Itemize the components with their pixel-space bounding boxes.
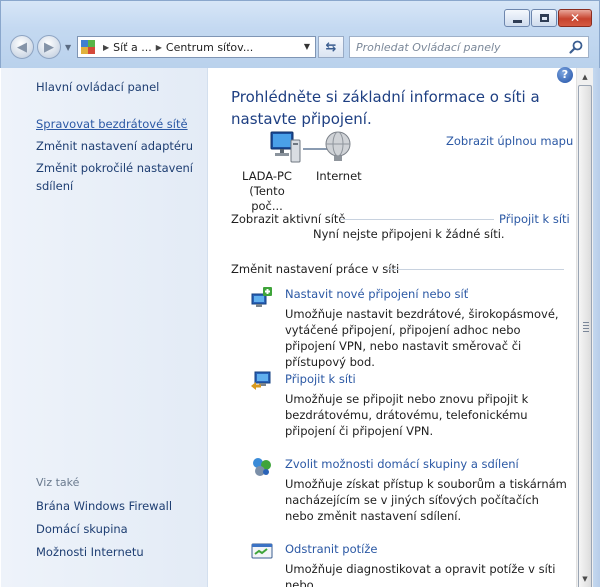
active-networks-heading: Zobrazit aktivní sítě (231, 212, 346, 226)
refresh-button[interactable]: ⇆ (318, 36, 344, 58)
internet-label: Internet (316, 169, 362, 183)
sidebar-item-adapter[interactable]: Změnit nastavení adaptéru (36, 137, 193, 155)
minimize-icon (512, 19, 522, 23)
close-button[interactable]: ✕ (558, 9, 592, 27)
help-icon[interactable]: ? (557, 67, 573, 83)
search-input[interactable]: Prohledat Ovládací panely (349, 36, 589, 58)
vertical-scrollbar[interactable]: ▲ ▼ (576, 68, 593, 587)
new-connection-icon (251, 287, 272, 307)
breadcrumb-network[interactable]: Síť a ... (113, 41, 152, 54)
address-dropdown-icon[interactable]: ▼ (304, 42, 310, 51)
task-homegroup-desc: Umožňuje získat přístup k souborům a tis… (285, 477, 567, 523)
sidebar-item-firewall[interactable]: Brána Windows Firewall (36, 497, 172, 515)
task-new-connection-desc: Umožňuje nastavit bezdrátové, širokopásm… (285, 307, 559, 369)
forward-arrow-icon: ▶ (44, 39, 54, 55)
window-frame-right (593, 68, 600, 587)
troubleshoot-icon (251, 543, 273, 559)
refresh-icon: ⇆ (325, 39, 337, 55)
homegroup-icon (253, 458, 271, 476)
address-bar[interactable]: ▶ Síť a ... ▶ Centrum síťov... ▼ (77, 36, 316, 58)
connect-to-network-link[interactable]: Připojit k síti (499, 212, 570, 226)
connection-status: Nyní nejste připojeni k žádné síti. (313, 227, 505, 241)
active-networks-divider (340, 219, 494, 220)
back-button[interactable]: ◀ (10, 35, 34, 59)
task-connect-desc: Umožňuje se připojit nebo znovu připojit… (285, 392, 529, 438)
task-homegroup-link[interactable]: Zvolit možnosti domácí skupiny a sdílení (285, 457, 519, 471)
maximize-button[interactable] (531, 9, 557, 27)
maximize-icon (539, 14, 549, 22)
close-icon: ✕ (569, 11, 581, 25)
computer-name: LADA-PC (242, 169, 292, 183)
sidebar-item-internet-options[interactable]: Možnosti Internetu (36, 543, 144, 561)
breadcrumb-arrow-icon[interactable]: ▶ (103, 43, 109, 52)
scrollbar-grip (583, 322, 589, 334)
breadcrumb-network-center[interactable]: Centrum síťov... (166, 41, 253, 54)
computer-subtitle: (Tento poč... (249, 184, 285, 213)
computer-label: LADA-PC (Tento poč... (232, 169, 302, 214)
forward-button[interactable]: ▶ (37, 35, 61, 59)
search-icon[interactable] (568, 39, 584, 55)
task-new-connection-link[interactable]: Nastavit nové připojení nebo síť (285, 287, 468, 301)
task-troubleshoot-link[interactable]: Odstranit potíže (285, 542, 377, 556)
scrollbar-thumb[interactable] (578, 85, 592, 587)
full-map-link[interactable]: Zobrazit úplnou mapu (446, 134, 573, 148)
computer-icon[interactable] (267, 130, 303, 166)
search-placeholder: Prohledat Ovládací panely (356, 40, 501, 54)
window-controls: ✕ (503, 9, 592, 27)
change-settings-heading: Změnit nastavení práce v síti (231, 262, 400, 276)
sidebar-item-wireless[interactable]: Spravovat bezdrátové sítě (36, 115, 188, 133)
sidebar-item-home[interactable]: Hlavní ovládací panel (36, 78, 159, 96)
minimize-button[interactable] (504, 9, 530, 27)
page-title: Prohlédněte si základní informace o síti… (231, 88, 540, 128)
see-also-heading: Viz také (36, 476, 80, 489)
sidebar-item-homegroup[interactable]: Domácí skupina (36, 520, 128, 538)
back-arrow-icon: ◀ (17, 39, 27, 55)
task-connect-link[interactable]: Připojit k síti (285, 372, 356, 386)
sidebar-item-sharing[interactable]: Změnit pokročilé nastavení sdílení (36, 159, 196, 195)
recent-pages-dropdown[interactable]: ▼ (65, 43, 71, 52)
control-panel-icon (81, 40, 95, 54)
breadcrumb-arrow-icon[interactable]: ▶ (156, 43, 162, 52)
scroll-down-icon[interactable]: ▼ (577, 570, 593, 587)
task-troubleshoot-desc: Umožňuje diagnostikovat a opravit potíže… (285, 562, 556, 587)
scroll-up-icon[interactable]: ▲ (577, 68, 593, 85)
connect-network-icon (251, 371, 271, 390)
globe-icon[interactable] (323, 131, 353, 163)
change-settings-divider (386, 269, 564, 270)
